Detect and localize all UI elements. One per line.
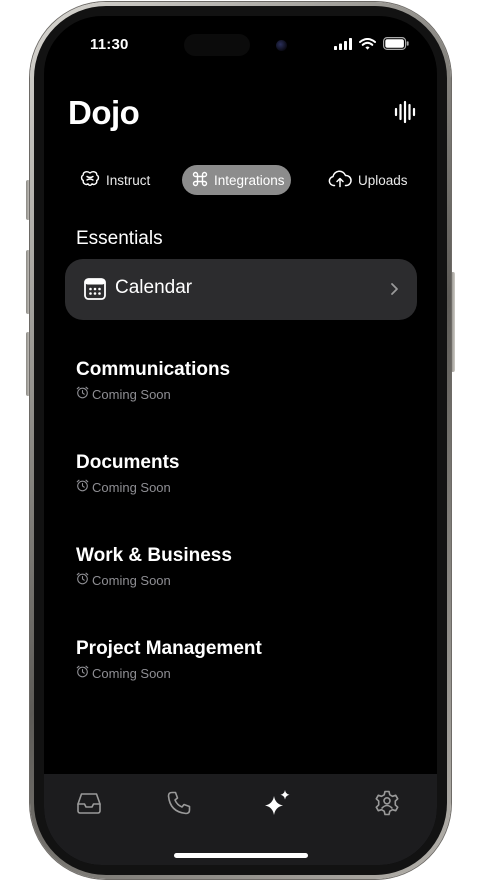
tab-instruct-label: Instruct (106, 172, 151, 188)
battery-icon (383, 37, 409, 55)
waveform-icon[interactable] (393, 100, 417, 124)
tab-uploads[interactable]: Uploads (328, 165, 408, 195)
tab-instruct[interactable]: Instruct (80, 165, 150, 195)
camera-icon (276, 40, 287, 51)
app-title: Dojo (68, 94, 140, 131)
wifi-icon (359, 37, 376, 55)
group-title-project-management: Project Management (76, 638, 262, 659)
alarm-clock-icon (76, 572, 89, 588)
coming-soon-label: Coming Soon (92, 572, 171, 588)
tab-uploads-label: Uploads (358, 172, 408, 188)
alarm-clock-icon (76, 386, 89, 402)
coming-soon-label: Coming Soon (92, 479, 171, 495)
chevron-right-icon (390, 282, 399, 301)
home-indicator[interactable] (174, 853, 308, 858)
cloud-upload-icon (328, 170, 352, 191)
group-title-documents: Documents (76, 452, 180, 473)
coming-soon-work-business: Coming Soon (76, 572, 171, 588)
dynamic-island (184, 34, 250, 56)
calendar-integration-card[interactable]: Calendar (65, 259, 417, 320)
calendar-label: Calendar (115, 277, 193, 298)
coming-soon-label: Coming Soon (92, 665, 171, 681)
bottom-nav-bar (44, 774, 437, 865)
coming-soon-communications: Coming Soon (76, 386, 171, 402)
tab-integrations[interactable]: Integrations (182, 165, 291, 195)
command-icon (192, 171, 208, 190)
phone-icon[interactable] (164, 788, 194, 818)
tab-integrations-label: Integrations (214, 172, 285, 188)
status-time: 11:30 (90, 36, 129, 53)
calendar-icon (84, 278, 106, 305)
alarm-clock-icon (76, 665, 89, 681)
tab-bar: Instruct Integrations Uploads (72, 165, 417, 195)
sparkles-icon[interactable] (263, 788, 293, 818)
inbox-icon[interactable] (74, 788, 104, 818)
coming-soon-documents: Coming Soon (76, 479, 171, 495)
section-title-essentials: Essentials (76, 228, 163, 249)
group-title-communications: Communications (76, 359, 231, 380)
alarm-clock-icon (76, 479, 89, 495)
signal-icon (334, 37, 352, 55)
power-button (451, 272, 455, 372)
brain-icon (80, 170, 100, 191)
status-icons (334, 37, 409, 55)
coming-soon-label: Coming Soon (92, 386, 171, 402)
settings-icon[interactable] (372, 788, 402, 818)
group-title-work-business: Work & Business (76, 545, 232, 566)
app-screen: 11:30 Dojo Instruct Integrations Uploads… (44, 16, 437, 865)
coming-soon-project-management: Coming Soon (76, 665, 171, 681)
